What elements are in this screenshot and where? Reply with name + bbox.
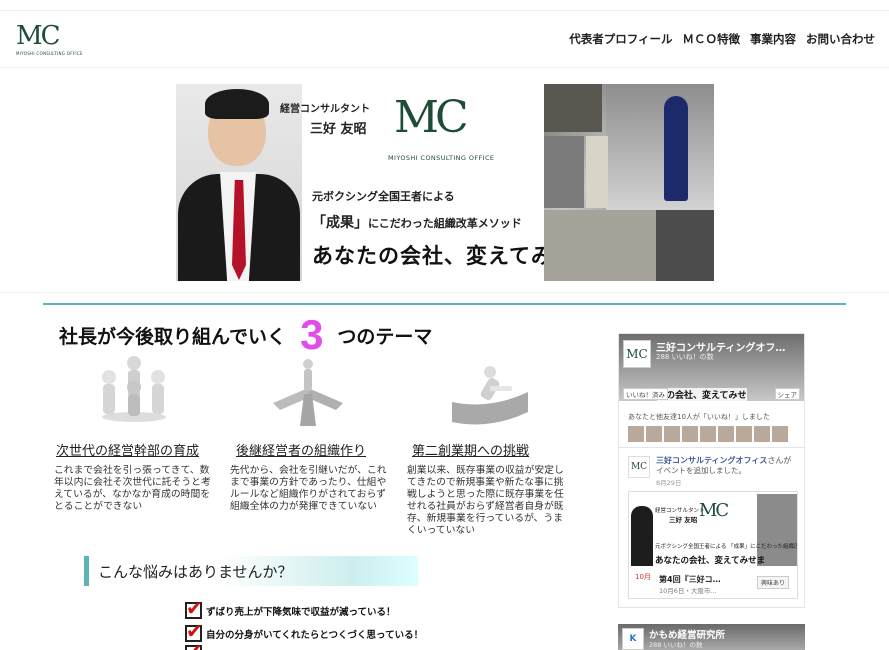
- avatar[interactable]: [646, 426, 662, 442]
- avatar[interactable]: [682, 426, 698, 442]
- hero-logo-mark: MC: [394, 92, 469, 143]
- hero-tagline-rest: にこだわった組織改革メソッド: [368, 217, 522, 230]
- nav-item-contact[interactable]: お問い合わせ: [806, 31, 875, 47]
- facebook-page-widget-2[interactable]: K かもめ経営研究所 288 いいね！の数: [618, 624, 805, 650]
- theme-body-1: これまで会社を引っ張ってきて、数年以内に会社そ次世代に託そうと考えているが、なか…: [54, 465, 211, 512]
- facebook-post-text: イベントを追加しました。: [656, 466, 746, 475]
- avatar[interactable]: [628, 426, 644, 442]
- post-image-tagline: 元ボクシング全国王者による 「成果」にこだわった組織改革メソッド: [655, 544, 798, 550]
- avatar[interactable]: [772, 426, 788, 442]
- facebook-page2-avatar[interactable]: K: [622, 628, 644, 650]
- checkmark-icon: [185, 639, 203, 650]
- facebook-friend-avatars: [628, 426, 788, 442]
- avatar[interactable]: [736, 426, 752, 442]
- worry-item-partial: [185, 639, 203, 650]
- facebook-post-avatar[interactable]: MC: [628, 456, 650, 478]
- facebook-cover-catch: たの会社、変えてみせ: [657, 388, 747, 401]
- logo-mark: MC: [16, 21, 61, 51]
- boxing-photo-collage: [544, 84, 714, 281]
- nav-item-services[interactable]: 事業内容: [750, 31, 796, 47]
- facebook-like-button[interactable]: いいね！済み: [623, 388, 668, 400]
- post-image-name: 三好 友昭: [669, 516, 698, 524]
- facebook-cover[interactable]: MC 三好コンサルティングオフ… 288 いいね！の数 たの会社、変えてみせ い…: [619, 334, 804, 401]
- facebook-page-avatar[interactable]: MC: [623, 340, 651, 368]
- event-date: 10月6日・大阪市…: [659, 587, 717, 595]
- avatar[interactable]: [754, 426, 770, 442]
- nav-item-profile[interactable]: 代表者プロフィール: [569, 31, 672, 47]
- themes-heading-pre: 社長が今後取り組んでいく: [59, 325, 287, 348]
- worry-item: ずばり売上が下降気味で収益が減っている！: [185, 596, 396, 620]
- site-logo[interactable]: MC MIYOSHI CONSULTING OFFICE: [16, 21, 83, 59]
- hero-separator: [0, 292, 889, 293]
- hero-logo-subtitle: MIYOSHI CONSULTING OFFICE: [388, 154, 495, 162]
- hero-tagline-2: 「成果」にこだわった組織改革メソッド: [312, 212, 522, 232]
- main-nav: 代表者プロフィール ＭＣＯ特徴 事業内容 お問い合わせ: [569, 31, 875, 47]
- site-header: MC MIYOSHI CONSULTING OFFICE 代表者プロフィール Ｍ…: [0, 10, 889, 68]
- facebook-post-author-suffix: さんが: [767, 456, 792, 465]
- themes-heading-number: 3: [300, 311, 324, 358]
- facebook-friends-text: あなたと他友達10人が「いいね！」しました: [628, 413, 770, 421]
- hero-tagline-1: 元ボクシング全国王者による: [312, 190, 455, 203]
- theme-title-2[interactable]: 後継経営者の組織作り: [236, 440, 366, 459]
- themes-heading-post: つのテーマ: [337, 325, 433, 348]
- hero-name: 三好 友昭: [310, 122, 367, 137]
- facebook-post-image[interactable]: 経営コンサルタント 三好 友昭 MC 元ボクシング全国王者による 「成果」にこだ…: [628, 491, 798, 599]
- theme-body-3: 創業以来、既存事業の収益が安定してきたので新規事業や新たな事に挑戦しようと思った…: [407, 465, 564, 536]
- checkmark-icon: [185, 596, 203, 620]
- facebook-page2-likes: 288 いいね！の数: [649, 641, 703, 649]
- worry-item-text: 自分の分身がいてくれたらとつくづく思っている！: [206, 629, 424, 641]
- worry-item: 自分の分身がいてくれたらとつくづく思っている！: [185, 619, 424, 643]
- theme-title-3[interactable]: 第二創業期への挑戦: [412, 440, 529, 459]
- theme-title-1[interactable]: 次世代の経営幹部の育成: [56, 440, 199, 459]
- event-title[interactable]: 第4回『三好コ…: [659, 574, 721, 585]
- crossroads-arrows-icon: [273, 359, 343, 426]
- post-image-catch: あなたの会社、変えてみせま: [655, 556, 766, 566]
- facebook-post-author-name[interactable]: 三好コンサルティングオフィス: [656, 456, 767, 465]
- ramp-push-icon: [452, 366, 528, 425]
- post-image-logo: MC: [699, 500, 729, 521]
- nav-item-features[interactable]: ＭＣＯ特徴: [683, 31, 741, 47]
- facebook-share-button[interactable]: シェア: [774, 388, 800, 400]
- facebook-post-date[interactable]: 8月29日: [656, 477, 681, 487]
- event-month: 10月: [635, 573, 651, 581]
- worry-item-text: ずばり売上が下降気味で収益が減っている！: [206, 606, 396, 618]
- hero-job-title: 経営コンサルタント: [280, 104, 370, 115]
- event-interested-button[interactable]: 興味あり: [757, 576, 790, 589]
- facebook-like-count: 288 いいね！の数: [656, 353, 714, 361]
- avatar[interactable]: [718, 426, 734, 442]
- worries-heading: こんな悩みはありませんか？: [84, 556, 418, 586]
- section-divider: [43, 303, 846, 305]
- avatar[interactable]: [664, 426, 680, 442]
- facebook-page-widget[interactable]: MC 三好コンサルティングオフ… 288 いいね！の数 たの会社、変えてみせ い…: [618, 333, 805, 608]
- logo-subtitle: MIYOSHI CONSULTING OFFICE: [16, 51, 83, 56]
- people-circle-icon: [102, 356, 166, 422]
- hero-tagline-emphasis: 「成果」: [312, 215, 368, 231]
- worries-heading-text: こんな悩みはありませんか？: [98, 563, 293, 581]
- hero-banner: 経営コンサルタント 三好 友昭 MC MIYOSHI CONSULTING OF…: [176, 84, 714, 281]
- avatar[interactable]: [700, 426, 716, 442]
- themes-heading: 社長が今後取り組んでいく 3 つのテーマ: [59, 311, 433, 358]
- post-image-label: 経営コンサルタント: [655, 508, 705, 514]
- theme-body-2: 先代から、会社を引継いだが、これまで事業の方針であったり、仕組やルールなど組織作…: [230, 465, 387, 512]
